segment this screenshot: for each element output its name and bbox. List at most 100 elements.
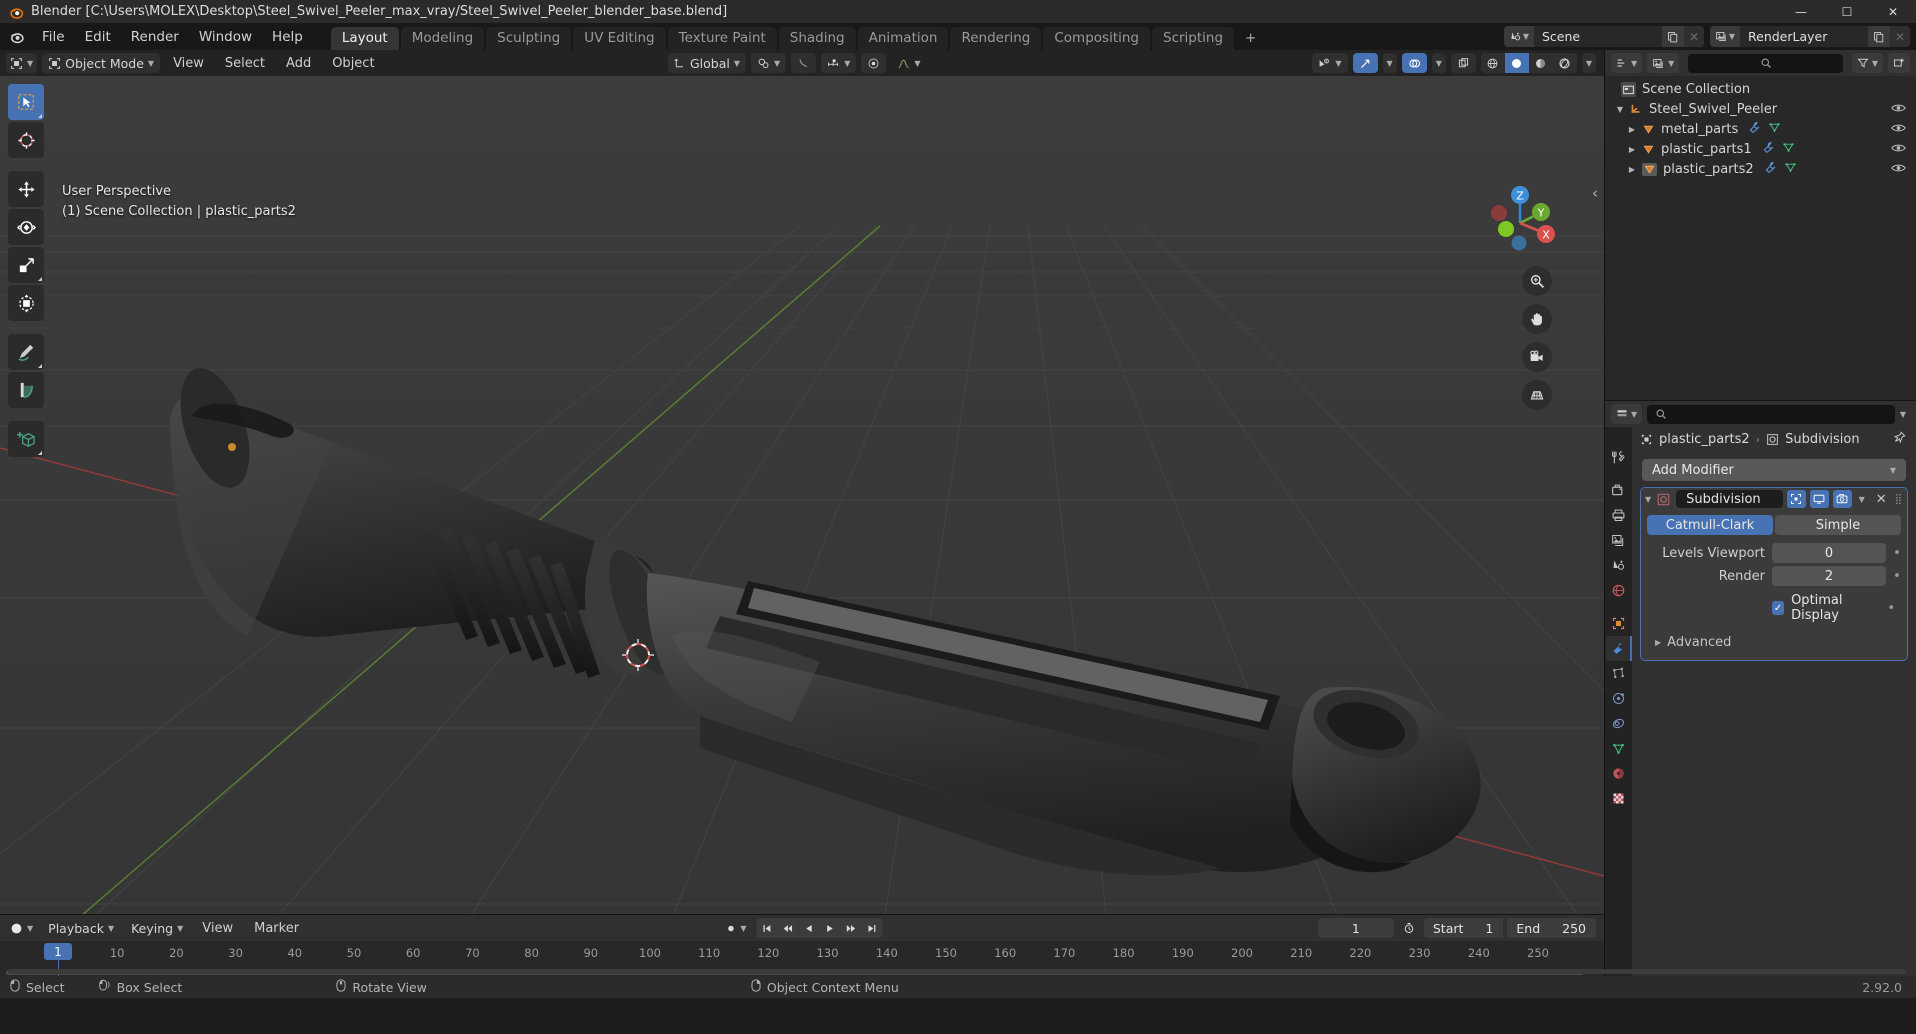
material-preview-button[interactable]	[1529, 53, 1553, 73]
modifier-remove-button[interactable]: ✕	[1872, 492, 1891, 507]
snap-pivot-selector[interactable]: ▼	[751, 53, 787, 73]
rendered-shading-button[interactable]	[1553, 53, 1577, 73]
proportional-edit-toggle[interactable]	[861, 53, 887, 73]
3d-viewport[interactable]: User Perspective (1) Scene Collection | …	[0, 76, 1604, 914]
modifier-extras-chevron-down-icon[interactable]: ▼	[1856, 495, 1868, 504]
animate-property-dot[interactable]: •	[1887, 601, 1895, 616]
overlays-settings[interactable]: ▼	[1431, 53, 1446, 73]
close-button[interactable]: ✕	[1870, 0, 1916, 23]
add-modifier-button[interactable]: Add Modifier ▼	[1642, 459, 1906, 481]
toggle-perspective-button[interactable]	[1522, 380, 1552, 410]
overlays-toggle[interactable]	[1401, 53, 1427, 73]
tool-tab[interactable]	[1606, 445, 1632, 470]
outliner-display-mode-button[interactable]: ▼	[1647, 53, 1680, 73]
next-keyframe-button[interactable]	[840, 918, 862, 938]
menu-render[interactable]: Render	[121, 26, 189, 48]
breadcrumb-object-name[interactable]: plastic_parts2	[1659, 432, 1750, 447]
animate-property-dot[interactable]: •	[1893, 569, 1901, 584]
new-collection-button[interactable]	[1888, 53, 1910, 73]
start-frame-field[interactable]: Start 1	[1423, 918, 1504, 938]
new-view-layer-button[interactable]	[1868, 26, 1890, 47]
outliner-editor-type-button[interactable]: ▼	[1611, 53, 1643, 73]
hide-in-viewport-icon[interactable]	[1891, 162, 1906, 178]
add-workspace-button[interactable]: +	[1236, 27, 1265, 50]
pin-id-icon[interactable]	[1893, 430, 1906, 448]
modifier-tab[interactable]	[1605, 636, 1632, 661]
object-tab[interactable]	[1606, 611, 1632, 636]
scale-tool-button[interactable]	[8, 247, 44, 283]
viewport-menu-view[interactable]: View	[165, 56, 212, 71]
use-preview-range-button[interactable]	[1397, 918, 1420, 938]
wrench-icon[interactable]	[1762, 141, 1775, 158]
hide-in-viewport-icon[interactable]	[1891, 122, 1906, 138]
levels-viewport-field[interactable]: 0	[1772, 543, 1886, 563]
properties-options-chevron-down-icon[interactable]: ▼	[1900, 410, 1910, 419]
outliner-row-plastic-parts2[interactable]: ▶ plastic_parts2	[1605, 159, 1916, 179]
modifier-drag-handle[interactable]: ⣿	[1895, 494, 1903, 505]
tab-scripting[interactable]: Scripting	[1152, 27, 1235, 50]
snap-toggle[interactable]	[791, 53, 817, 73]
tab-layout[interactable]: Layout	[330, 27, 399, 50]
blender-menu-icon[interactable]	[4, 27, 28, 47]
snap-settings[interactable]: ▼	[821, 53, 857, 73]
zoom-view-button[interactable]	[1522, 266, 1552, 296]
viewport-menu-add[interactable]: Add	[278, 56, 319, 71]
tab-uv-editing[interactable]: UV Editing	[573, 27, 666, 50]
mesh-data-icon[interactable]	[1784, 161, 1797, 178]
disclosure-triangle[interactable]: ▼	[1615, 105, 1625, 114]
output-tab[interactable]	[1606, 503, 1632, 528]
outliner-row-scene-collection[interactable]: Scene Collection	[1605, 79, 1916, 99]
camera-view-button[interactable]	[1522, 342, 1552, 372]
tab-modeling[interactable]: Modeling	[400, 27, 485, 50]
texture-tab[interactable]	[1606, 786, 1632, 811]
scene-tab[interactable]	[1606, 553, 1632, 578]
jump-to-start-button[interactable]	[756, 918, 778, 938]
mesh-data-icon[interactable]	[1768, 121, 1781, 138]
modifier-expand-triangle[interactable]: ▼	[1645, 495, 1651, 504]
simple-button[interactable]: Simple	[1775, 515, 1901, 535]
interaction-mode-selector[interactable]: Object Mode ▼	[42, 53, 161, 73]
auto-keying-toggle[interactable]: ▼	[721, 918, 751, 938]
previous-keyframe-button[interactable]	[777, 918, 799, 938]
view-layer-selector[interactable]: ▼ RenderLayer ✕	[1710, 26, 1910, 47]
tab-sculpting[interactable]: Sculpting	[486, 27, 572, 50]
annotate-tool-button[interactable]	[8, 334, 44, 370]
menu-window[interactable]: Window	[189, 26, 262, 48]
animate-property-dot[interactable]: •	[1893, 546, 1901, 561]
solid-shading-button[interactable]	[1504, 53, 1529, 73]
sidebar-toggle-arrow-icon[interactable]: ‹	[1592, 184, 1598, 202]
wrench-icon[interactable]	[1764, 161, 1777, 178]
cursor-tool-button[interactable]	[8, 122, 44, 158]
constraints-tab[interactable]	[1606, 711, 1632, 736]
modifier-name-field[interactable]: Subdivision	[1676, 490, 1783, 508]
render-display-toggle[interactable]	[1832, 490, 1852, 508]
world-tab[interactable]	[1606, 578, 1632, 603]
measure-tool-button[interactable]	[8, 372, 44, 408]
menu-help[interactable]: Help	[262, 26, 313, 48]
move-tool-button[interactable]	[8, 171, 44, 207]
wrench-icon[interactable]	[1748, 121, 1761, 138]
editor-type-button[interactable]: ▼	[6, 53, 38, 73]
mesh-data-icon[interactable]	[1782, 141, 1795, 158]
disclosure-triangle[interactable]: ▶	[1627, 165, 1637, 174]
viewport-menu-object[interactable]: Object	[324, 56, 382, 71]
menu-edit[interactable]: Edit	[75, 26, 121, 48]
remove-view-layer-button[interactable]: ✕	[1890, 26, 1910, 47]
outliner-row-metal-parts[interactable]: ▶ metal_parts	[1605, 119, 1916, 139]
play-reverse-button[interactable]	[798, 918, 820, 938]
timeline-menu-view[interactable]: View	[194, 921, 241, 936]
outliner-row-plastic-parts1[interactable]: ▶ plastic_parts1	[1605, 139, 1916, 159]
tab-rendering[interactable]: Rendering	[950, 27, 1042, 50]
realtime-display-toggle[interactable]	[1809, 490, 1829, 508]
particles-tab[interactable]	[1606, 661, 1632, 686]
current-frame-field[interactable]: 1	[1317, 918, 1394, 938]
outliner-filter-button[interactable]: ▼	[1851, 53, 1883, 73]
add-cube-tool-button[interactable]	[8, 421, 44, 457]
gizmo-settings[interactable]: ▼	[1382, 53, 1397, 73]
transform-tool-button[interactable]	[8, 285, 44, 321]
hide-in-viewport-icon[interactable]	[1891, 142, 1906, 158]
tweak-tool-button[interactable]	[8, 84, 44, 120]
proportional-falloff-selector[interactable]: ▼	[891, 53, 926, 73]
view-layer-tab[interactable]	[1606, 528, 1632, 553]
viewport-menu-select[interactable]: Select	[217, 56, 273, 71]
